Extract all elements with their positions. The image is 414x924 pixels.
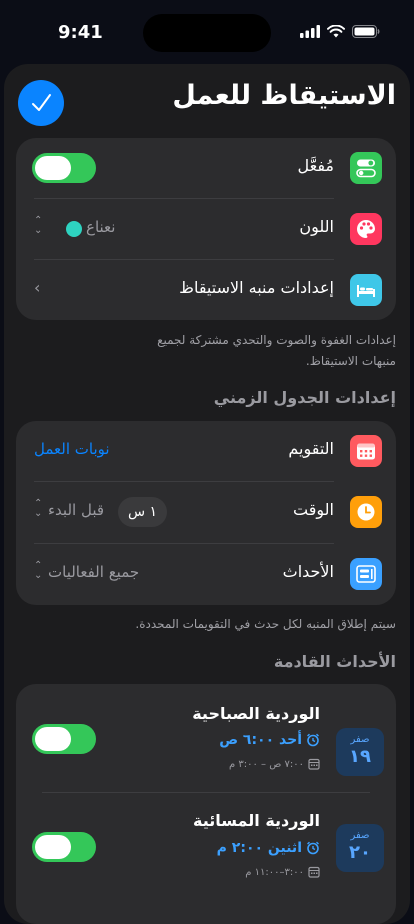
time-value: قبل البدء <box>48 501 105 519</box>
calendar-row[interactable]: التقويم نوبات العمل <box>16 421 396 481</box>
upcoming-events-card: صفر ١٩ الوردية الصباحية أحد ٦:٠٠ ص ٧:٠٠ … <box>16 684 396 924</box>
battery-icon <box>352 25 380 38</box>
wifi-icon <box>327 25 345 38</box>
event-title: الوردية الصباحية <box>192 704 320 723</box>
time-offset-pill[interactable]: ١ س <box>118 497 168 527</box>
event-alarm-time: اثنين ٢:٠٠ م <box>216 840 302 856</box>
time-label: الوقت <box>293 500 334 519</box>
settings-footer: إعدادات الغفوة والصوت والتحدي مشتركة لجم… <box>157 333 396 368</box>
alarm-settings-row[interactable]: إعدادات منبه الاستيقاظ ‹ <box>16 260 396 320</box>
switches-icon <box>350 152 382 184</box>
alarm-clock-icon <box>307 841 319 855</box>
schedule-card: التقويم نوبات العمل الوقت ١ س قبل البدء … <box>16 421 396 605</box>
page-title: الاستيقاظ للعمل <box>172 80 396 111</box>
status-icons <box>300 25 380 38</box>
divider <box>42 792 370 793</box>
chevron-up-down-icon: ⌃ ⌄ <box>34 560 43 581</box>
schedule-footer: سيتم إطلاق المنبه لكل حدث في التقويمات ا… <box>135 617 396 631</box>
date-badge: صفر ١٩ <box>336 728 384 776</box>
event-alarm-toggle[interactable] <box>32 832 96 862</box>
event-alarm: أحد ٦:٠٠ ص <box>219 732 320 748</box>
time-row[interactable]: الوقت ١ س قبل البدء ⌃ ⌄ <box>16 482 396 542</box>
calendar-small-icon <box>308 866 320 878</box>
events-row[interactable]: الأحداث جميع الفعاليات ⌃ ⌄ <box>16 544 396 604</box>
calendar-label: التقويم <box>288 439 334 458</box>
settings-card: مُفعَّل اللون نعناع ⌃ ⌄ إعدادات منبه الا… <box>16 138 396 320</box>
events-value: جميع الفعاليات <box>48 563 140 581</box>
calendar-small-icon <box>308 758 320 770</box>
status-time: 9:41 <box>58 22 103 43</box>
toggle-knob <box>35 835 71 859</box>
toggle-knob <box>35 156 71 180</box>
bed-icon <box>350 274 382 306</box>
status-bar: 9:41 <box>0 0 414 64</box>
event-range-text: ٧:٠٠ ص – ٣:٠٠ م <box>229 758 304 770</box>
calendar-icon <box>350 435 382 467</box>
color-swatch <box>66 221 82 237</box>
alarm-sheet: الاستيقاظ للعمل مُفعَّل اللون نعناع ⌃ ⌄ … <box>4 64 410 924</box>
enabled-row: مُفعَّل <box>16 138 396 198</box>
color-row[interactable]: اللون نعناع ⌃ ⌄ <box>16 199 396 259</box>
events-label: الأحداث <box>282 562 334 581</box>
alarm-clock-icon <box>307 733 319 747</box>
schedule-section-title: إعدادات الجدول الزمني <box>213 388 396 407</box>
palette-icon <box>350 213 382 245</box>
done-button[interactable] <box>18 80 64 126</box>
date-badge: صفر ٢٠ <box>336 824 384 872</box>
event-alarm-time: أحد ٦:٠٠ ص <box>219 732 302 748</box>
cellular-signal-icon <box>300 25 320 38</box>
color-label: اللون <box>299 217 334 236</box>
event-range: ٧:٠٠ ص – ٣:٠٠ م <box>229 758 320 770</box>
upcoming-section-title: الأحداث القادمة <box>273 652 396 671</box>
enabled-toggle[interactable] <box>32 153 96 183</box>
events-list-icon <box>350 558 382 590</box>
event-range-text: ٣:٠٠–١١:٠٠ م <box>245 866 304 878</box>
toggle-knob <box>35 727 71 751</box>
color-value: نعناع <box>86 218 116 236</box>
chevron-up-down-icon: ⌃ ⌄ <box>34 215 43 236</box>
dynamic-island <box>143 14 271 52</box>
chevron-left-icon: ‹ <box>34 278 41 297</box>
event-alarm-toggle[interactable] <box>32 724 96 754</box>
event-alarm: اثنين ٢:٠٠ م <box>217 840 320 856</box>
checkmark-icon <box>32 94 51 111</box>
chevron-up-down-icon: ⌃ ⌄ <box>34 498 43 519</box>
alarm-settings-label: إعدادات منبه الاستيقاظ <box>179 278 334 297</box>
clock-icon <box>350 496 382 528</box>
event-range: ٣:٠٠–١١:٠٠ م <box>245 866 320 878</box>
event-title: الوردية المسائية <box>193 811 320 830</box>
calendar-value[interactable]: نوبات العمل <box>34 440 110 458</box>
enabled-label: مُفعَّل <box>297 156 335 175</box>
